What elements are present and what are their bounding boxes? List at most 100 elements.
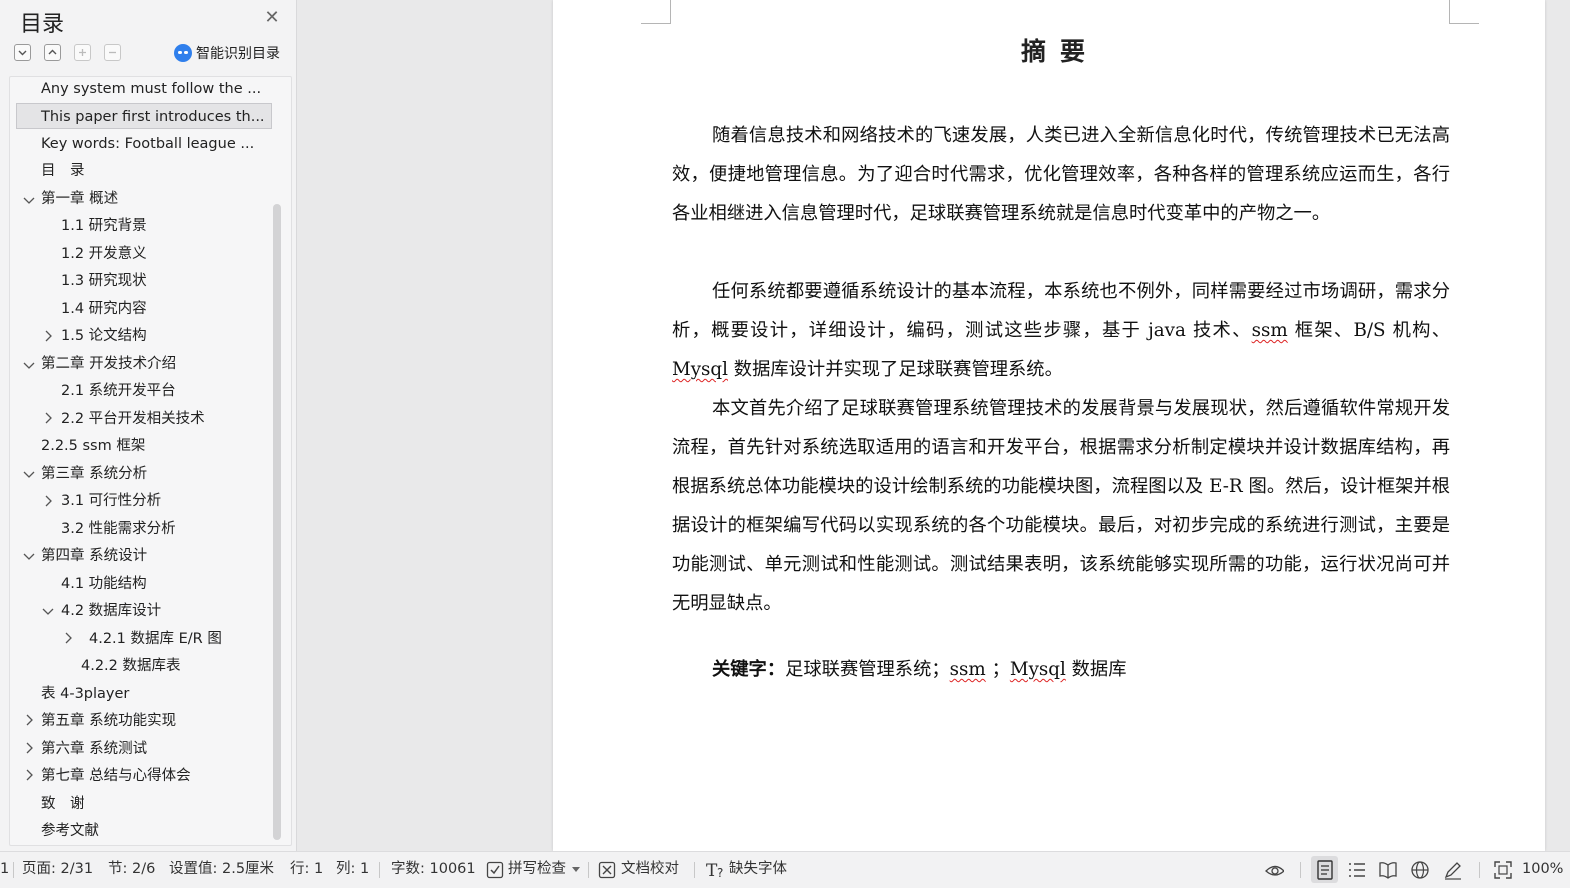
keywords-label: 关键字：: [712, 659, 786, 680]
close-icon[interactable]: ✕: [262, 8, 282, 28]
fit-page-icon[interactable]: [1493, 860, 1513, 880]
page-indicator[interactable]: 页面: 2/31: [22, 852, 93, 887]
spell-flagged-word[interactable]: ssm: [950, 659, 986, 680]
toc-item-label: This paper first introduces th...: [41, 109, 265, 125]
toc-item[interactable]: 目 录: [41, 158, 269, 184]
toc-item[interactable]: 2.1 系统开发平台: [61, 378, 176, 404]
document-heading: 摘要: [1020, 37, 1099, 66]
toc-item[interactable]: 第四章 系统设计: [41, 543, 147, 569]
toc-item-label: 致 谢: [41, 796, 85, 812]
abstract-paragraph: 随着信息技术和网络技术的飞速发展，人类已进入全新信息化时代，传统管理技术已无法高…: [672, 125, 1450, 224]
toc-item[interactable]: 1.1 研究背景: [61, 213, 147, 239]
pen-icon[interactable]: [1443, 860, 1463, 880]
toc-item-label: 4.2 数据库设计: [61, 603, 162, 619]
toc-item-label: 1.3 研究现状: [61, 273, 147, 289]
toc-item[interactable]: 第二章 开发技术介绍: [41, 351, 176, 377]
chevron-down-icon[interactable]: [22, 193, 36, 207]
chevron-right-icon[interactable]: [22, 768, 36, 782]
toc-item[interactable]: 4.2.1 数据库 E/R 图: [89, 626, 222, 652]
proofread-button[interactable]: 文档校对: [621, 852, 679, 887]
toc-item[interactable]: 表 4-3player: [41, 681, 129, 707]
toc-item[interactable]: Key words: Football league ...: [41, 131, 269, 157]
smart-toc-label: 智能识别目录: [196, 46, 280, 62]
toc-item-label: 表 4-3player: [41, 686, 130, 702]
spellcheck-button[interactable]: 拼写检查: [508, 852, 566, 887]
toc-item[interactable]: 第三章 系统分析: [41, 461, 147, 487]
toc-item[interactable]: 4.2 数据库设计: [61, 598, 161, 624]
toc-item-label: 1.2 开发意义: [61, 246, 147, 262]
toc-item-label: 第五章 系统功能实现: [41, 713, 177, 729]
toc-item[interactable]: 1.4 研究内容: [61, 296, 147, 322]
abstract-paragraph: 本文首先介绍了足球联赛管理系统管理技术的发展背景与发展现状，然后遵循软件常规开发…: [672, 398, 1450, 614]
paragraph-text: 框架、B/S 机构、: [1287, 320, 1450, 341]
add-heading-icon[interactable]: [74, 44, 91, 61]
toc-item[interactable]: 1.2 开发意义: [61, 241, 147, 267]
sidebar-title: 目录: [20, 12, 65, 37]
chevron-right-icon[interactable]: [22, 713, 36, 727]
toc-item[interactable]: 4.1 功能结构: [61, 571, 147, 597]
spellcheck-icon[interactable]: [486, 861, 506, 881]
chevron-right-icon[interactable]: [61, 631, 75, 645]
chevron-down-icon[interactable]: [41, 604, 55, 618]
chevron-down-icon[interactable]: [22, 358, 36, 372]
toc-item[interactable]: 第一章 概述: [41, 186, 118, 212]
toc-item[interactable]: 3.2 性能需求分析: [61, 516, 176, 542]
zoom-level[interactable]: 100%: [1522, 852, 1563, 887]
chevron-right-icon[interactable]: [22, 741, 36, 755]
toc-scrollbar[interactable]: [273, 204, 281, 840]
toc-item-label: 第二章 开发技术介绍: [41, 356, 177, 372]
chevron-down-icon[interactable]: [22, 549, 36, 563]
toc-item-label: 2.1 系统开发平台: [61, 383, 176, 399]
toc-item[interactable]: 致 谢: [41, 791, 85, 817]
missing-font-button[interactable]: 缺失字体: [729, 852, 787, 887]
page-view-icon[interactable]: [1316, 860, 1336, 880]
keywords-text: 数据库: [1065, 659, 1127, 680]
expand-all-icon[interactable]: [14, 44, 31, 61]
toc-item[interactable]: 第七章 总结与心得体会: [41, 763, 191, 789]
toc-item-label: 3.2 性能需求分析: [61, 521, 176, 537]
toc-item[interactable]: 参考文献: [41, 818, 99, 844]
divider: [379, 862, 380, 878]
setting-value[interactable]: 设置值: 2.5厘米: [169, 852, 274, 887]
toc-item-label: 1.1 研究背景: [61, 218, 147, 234]
toc-sidebar: 目录 ✕ 智能识别目录 Any system must follow the .…: [0, 0, 297, 851]
toc-item[interactable]: 3.1 可行性分析: [61, 488, 161, 514]
paragraph-text: 数据库设计并实现了足球联赛管理系统。: [727, 359, 1063, 380]
collapse-all-icon[interactable]: [44, 44, 61, 61]
smart-toc-button[interactable]: 智能识别目录: [174, 43, 280, 63]
eye-protection-icon[interactable]: [1264, 860, 1284, 880]
spell-flagged-word[interactable]: Mysql: [1010, 659, 1066, 680]
toc-item-label: 参考文献: [41, 823, 99, 839]
chevron-right-icon[interactable]: [41, 494, 55, 508]
outline-view-icon[interactable]: [1347, 860, 1367, 880]
web-view-icon[interactable]: [1410, 860, 1430, 880]
toc-item-label: 第七章 总结与心得体会: [41, 768, 191, 784]
toc-item[interactable]: 1.5 论文结构: [61, 323, 147, 349]
toc-item-label: 第一章 概述: [41, 191, 119, 207]
toc-item[interactable]: 第五章 系统功能实现: [41, 708, 176, 734]
toc-item[interactable]: 1.3 研究现状: [61, 268, 147, 294]
remove-heading-icon[interactable]: [104, 44, 121, 61]
toc-item[interactable]: Any system must follow the ...: [41, 76, 269, 102]
missing-font-icon[interactable]: T?: [705, 860, 725, 880]
spell-flagged-word[interactable]: ssm: [1252, 320, 1288, 341]
toc-item[interactable]: 2.2.5 ssm 框架: [41, 433, 145, 459]
divider: [588, 862, 589, 878]
toc-item[interactable]: 第六章 系统测试: [41, 736, 147, 762]
chevron-right-icon[interactable]: [41, 329, 55, 343]
proofread-icon[interactable]: [598, 861, 618, 881]
chevron-right-icon[interactable]: [41, 411, 55, 425]
crop-mark: [1449, 0, 1479, 24]
spell-flagged-word[interactable]: Mysql: [672, 359, 728, 380]
toc-item-label: 4.2.1 数据库 E/R 图: [89, 631, 222, 647]
chevron-down-icon[interactable]: [22, 467, 36, 481]
toc-item-label: Any system must follow the ...: [41, 81, 262, 97]
toc-item[interactable]: 4.2.2 数据库表: [81, 653, 181, 679]
toc-item[interactable]: 2.2 平台开发相关技术: [61, 406, 205, 432]
word-count[interactable]: 字数: 10061: [391, 852, 476, 887]
dropdown-arrow-icon[interactable]: [572, 867, 592, 887]
crop-mark: [641, 0, 671, 24]
reading-view-icon[interactable]: [1378, 860, 1398, 880]
section-indicator[interactable]: 节: 2/6: [108, 852, 155, 887]
toc-item-selected[interactable]: This paper first introduces th...: [16, 103, 272, 129]
